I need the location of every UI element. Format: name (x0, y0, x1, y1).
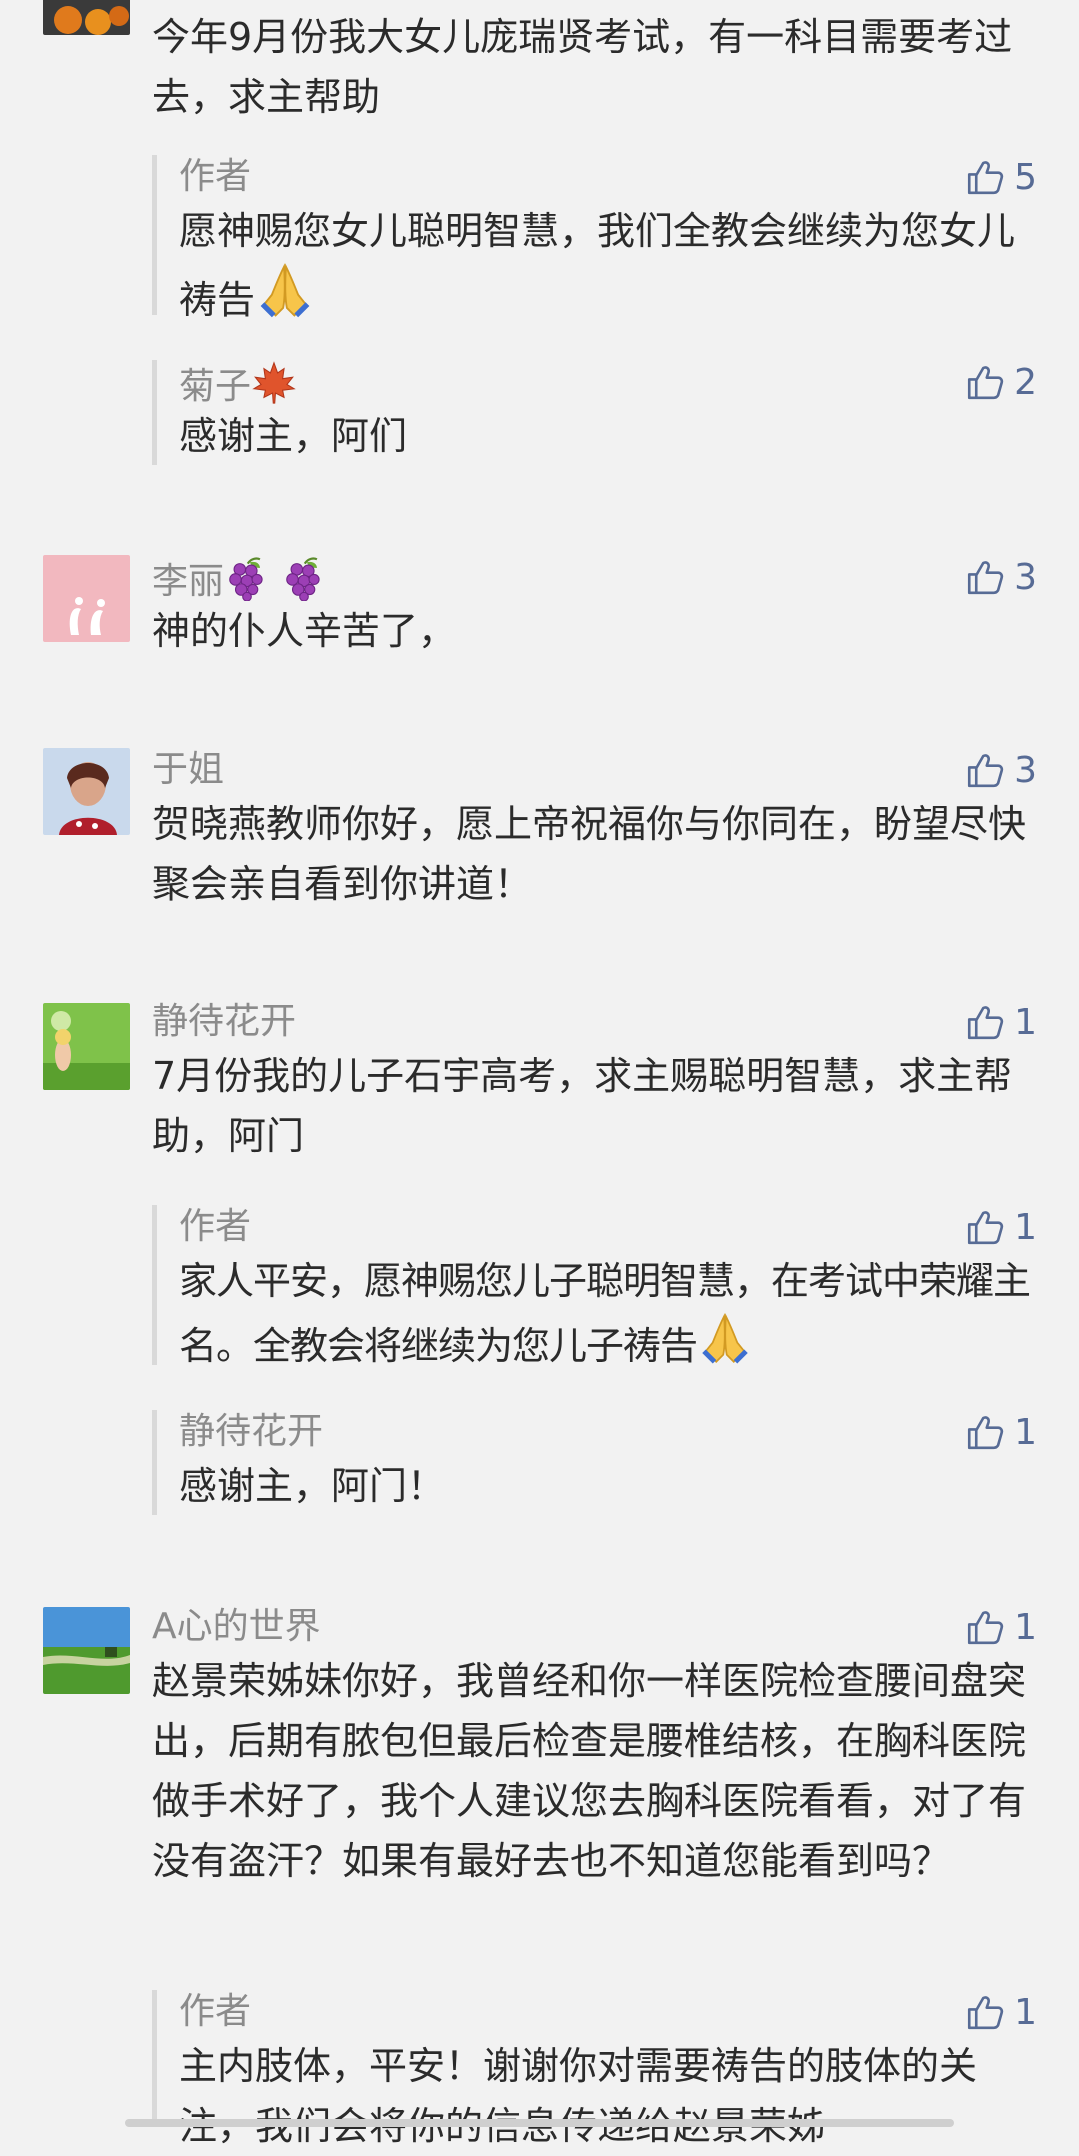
pray-emoji-icon (255, 261, 315, 321)
comment-text: 赵景荣姊妹你好，我曾经和你一样医院检查腰间盘突出，后期有脓包但最后检查是腰椎结核… (152, 1659, 1027, 1883)
like-button[interactable]: 3 (964, 748, 1037, 792)
thumbs-up-icon (964, 361, 1006, 403)
thumbs-up-icon (964, 749, 1006, 791)
like-button[interactable]: 1 (964, 1410, 1037, 1454)
avatar[interactable] (43, 1003, 130, 1090)
reply-text: 感谢主，阿门！ (179, 1464, 446, 1508)
like-count: 1 (1014, 1991, 1037, 2033)
reply-item: 作者 1 主内肢体，平安！谢谢你对需要祷告的肢体的关注，我们会将你的信息传递给赵… (152, 1990, 1039, 2148)
avatar[interactable] (43, 1607, 130, 1694)
grapes-emoji-icon (224, 555, 270, 601)
comment-nickname[interactable]: 于姐 (152, 748, 1039, 792)
reply-item: 作者 1 家人平安，愿神赐您儿子聪明智慧，在考试中荣耀主名。全教会将继续为您儿子… (152, 1205, 1039, 1368)
thumbs-up-icon (964, 556, 1006, 598)
grapes-emoji-icon (281, 555, 327, 601)
thumbs-up-icon (964, 156, 1006, 198)
comment-nickname[interactable]: 静待花开 (152, 1000, 1039, 1044)
reply-nickname[interactable]: 菊子 (179, 366, 251, 407)
like-count: 3 (1014, 556, 1037, 598)
like-button[interactable]: 1 (964, 1605, 1037, 1649)
reply-nickname[interactable]: 静待花开 (179, 1410, 1039, 1454)
like-button[interactable]: 5 (964, 155, 1037, 199)
like-button[interactable]: 1 (964, 1000, 1037, 1044)
reply-item: 菊子 2 感谢主，阿们 (152, 360, 1039, 465)
reply-text: 主内肢体，平安！谢谢你对需要祷告的肢体的关注，我们会将你的信息传递给赵景荣姊 (179, 2044, 978, 2148)
thumbs-up-icon (964, 1206, 1006, 1248)
like-count: 1 (1014, 1206, 1037, 1248)
reply-text: 家人平安，愿神赐您儿子聪明智慧，在考试中荣耀主名。全教会将继续为您儿子祷告 (179, 1259, 1031, 1368)
avatar[interactable] (43, 748, 130, 835)
comment-nickname[interactable]: 李丽 (152, 561, 224, 602)
thumbs-up-icon (964, 1606, 1006, 1648)
maple-leaf-emoji-icon (251, 360, 297, 406)
comment-text: 7月份我的儿子石宇高考，求主赐聪明智慧，求主帮助，阿门 (152, 1054, 1013, 1158)
comment-nickname[interactable]: A心的世界 (152, 1605, 1039, 1649)
like-count: 2 (1014, 361, 1037, 403)
thumbs-up-icon (964, 1991, 1006, 2033)
like-button[interactable]: 3 (964, 555, 1037, 599)
like-count: 1 (1014, 1411, 1037, 1453)
like-button[interactable]: 1 (964, 1205, 1037, 1249)
like-count: 1 (1014, 1001, 1037, 1043)
avatar[interactable] (43, 555, 130, 642)
reply-item: 静待花开 1 感谢主，阿门！ (152, 1410, 1039, 1515)
reply-item: 作者 5 愿神赐您女儿聪明智慧，我们全教会继续为您女儿祷告 (152, 155, 1039, 322)
reply-nickname[interactable]: 作者 (179, 1990, 1039, 2034)
comment-text: 神的仆人辛苦了， (152, 609, 457, 653)
reply-nickname[interactable]: 作者 (179, 1205, 1039, 1249)
like-count: 5 (1014, 156, 1037, 198)
thumbs-up-icon (964, 1411, 1006, 1453)
comment-text: 贺晓燕教师你好，愿上帝祝福你与你同在，盼望尽快聚会亲自看到你讲道！ (152, 802, 1027, 906)
pray-emoji-icon (697, 1311, 753, 1367)
thumbs-up-icon (964, 1001, 1006, 1043)
like-button[interactable]: 1 (964, 1990, 1037, 2034)
like-count: 3 (1014, 749, 1037, 791)
home-indicator[interactable] (125, 2119, 954, 2127)
reply-nickname[interactable]: 作者 (179, 155, 1039, 199)
like-count: 1 (1014, 1606, 1037, 1648)
reply-text: 感谢主，阿们 (179, 414, 408, 458)
comment-text: 今年9月份我大女儿庞瑞贤考试，有一科目需要考过去，求主帮助 (152, 15, 1013, 119)
like-button[interactable]: 2 (964, 360, 1037, 404)
avatar[interactable] (43, 0, 130, 35)
